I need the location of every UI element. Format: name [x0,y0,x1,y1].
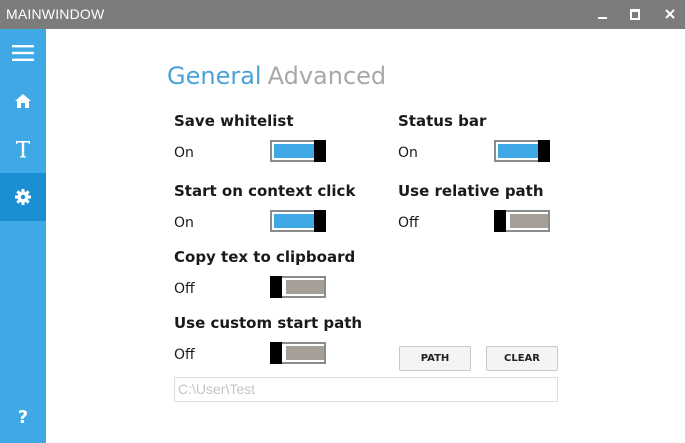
minimize-button[interactable] [587,0,617,29]
save-whitelist-label: Save whitelist [174,112,294,130]
window-title: MAINWINDOW [6,6,105,22]
toggle-track [274,144,314,158]
toggle-thumb [270,276,282,298]
clear-button[interactable]: CLEAR [486,346,558,371]
toggle-track [274,214,314,228]
sidebar-item-menu[interactable] [0,29,46,77]
close-icon [665,9,675,19]
sidebar-item-home[interactable] [0,77,46,125]
use-custom-start-path-toggle[interactable] [270,342,326,364]
use-relative-path-state: Off [398,215,419,231]
use-relative-path-label: Use relative path [398,182,544,200]
start-on-context-click-state: On [174,215,194,231]
close-button[interactable] [655,0,685,29]
title-bar: MAINWINDOW [0,0,685,29]
sidebar-item-text[interactable] [0,125,46,173]
use-relative-path-toggle[interactable] [494,210,550,232]
tab-advanced[interactable]: Advanced [268,62,387,90]
use-custom-start-path-state: Off [174,347,195,363]
menu-icon [12,45,34,61]
gear-icon [15,189,31,205]
text-icon [16,141,30,158]
toggle-thumb [314,210,326,232]
toggle-thumb [494,210,506,232]
toggle-thumb [538,140,550,162]
status-bar-state: On [398,145,418,161]
copy-tex-to-clipboard-label: Copy tex to clipboard [174,248,356,266]
toggle-thumb [314,140,326,162]
sidebar-item-help[interactable]: ? [0,395,46,443]
toggle-track [286,280,324,294]
toggle-track [510,214,548,228]
start-on-context-click-toggle[interactable] [270,210,326,232]
use-custom-start-path-label: Use custom start path [174,314,363,332]
maximize-button[interactable] [620,0,650,29]
path-button[interactable]: PATH [399,346,471,371]
copy-tex-to-clipboard-state: Off [174,281,195,297]
sidebar: ? [0,29,46,443]
status-bar-label: Status bar [398,112,487,130]
help-icon: ? [17,407,29,428]
status-bar-toggle[interactable] [494,140,550,162]
save-whitelist-toggle[interactable] [270,140,326,162]
custom-start-path-input[interactable]: C:\User\Test [174,377,558,402]
save-whitelist-state: On [174,145,194,161]
toggle-track [498,144,538,158]
start-on-context-click-label: Start on context click [174,182,356,200]
settings-tabs: General Advanced [167,62,386,90]
sidebar-item-settings[interactable] [0,173,46,221]
copy-tex-to-clipboard-toggle[interactable] [270,276,326,298]
home-icon [15,94,31,108]
tab-general[interactable]: General [167,62,262,90]
toggle-thumb [270,342,282,364]
toggle-track [286,346,324,360]
